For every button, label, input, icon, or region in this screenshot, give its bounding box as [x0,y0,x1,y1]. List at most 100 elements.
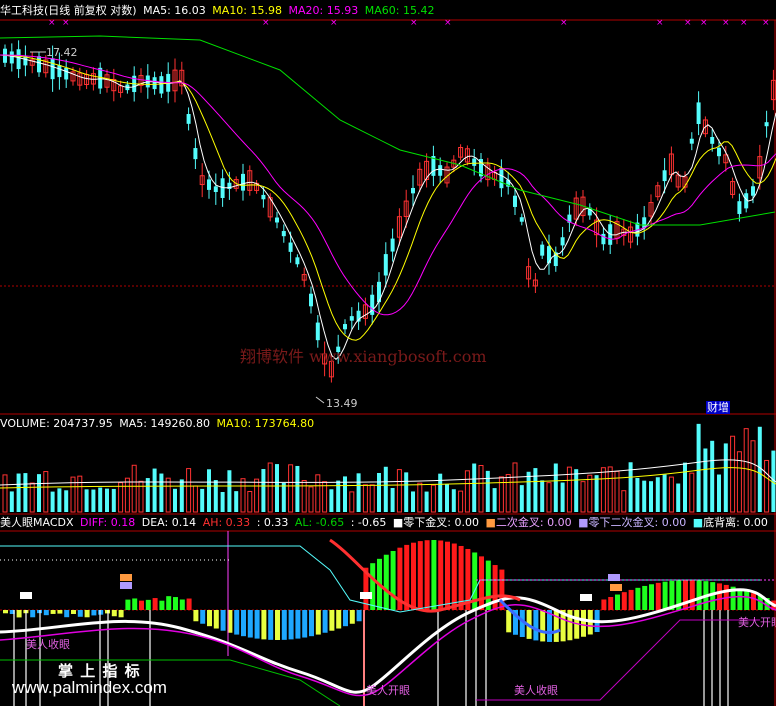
macd-histogram-bar [159,600,165,610]
macd-histogram-bar [356,610,362,622]
candle-body [315,322,320,341]
volume-bar [553,463,558,512]
volume-bar [757,426,762,512]
volume-ma10: MA10: 173764.80 [216,417,315,430]
ma60-value: MA60: 15.42 [364,4,435,17]
macd-histogram-bar [349,610,355,624]
candle-body [64,67,69,80]
ma10-value: MA10: 15.98 [212,4,283,17]
legend-zero-second-cross: ■零下二次金叉: 0.00 [578,516,687,529]
volume-bar [267,462,273,513]
legend-zero-cross: ■零下金叉: 0.00 [392,516,479,529]
volume-bar [261,469,266,512]
volume-bar [717,474,721,512]
candle-body [560,237,565,246]
volume-bar [411,491,415,512]
volume-bar [723,443,728,512]
volume-bar [438,473,443,512]
macd-histogram-bar [166,596,172,610]
volume-bar [390,487,395,512]
macd-histogram-bar [445,541,450,610]
macd-histogram-bar [642,585,648,610]
candle-body [696,102,701,124]
dea-value: DEA: 0.14 [141,516,197,529]
volume-bar [369,484,375,513]
macd-histogram-bar [16,610,22,618]
volume-bar [533,468,538,512]
macd-histogram-bar [179,599,185,610]
volume-bar [145,478,150,512]
macd-histogram-bar [132,598,138,610]
macd-histogram-bar [193,610,199,622]
macd-histogram-bar [254,610,260,639]
candle-body [152,77,157,90]
macd-histogram-bar [281,610,287,640]
macd-histogram-bar [390,550,396,610]
macd-histogram-bar [404,544,410,610]
signal-block [610,584,622,591]
volume-bar [50,491,55,512]
signal-block [20,592,32,599]
indicator-name: 美人眼MACDX [0,516,74,529]
volume-bar [689,472,695,513]
ma5-line [0,54,776,360]
eye-open-label-2: 美人开眼 [738,616,776,629]
volume-bar [505,474,511,513]
signal-block [360,592,372,599]
volume-bar [124,477,130,513]
macd-histogram-bar [30,610,36,618]
signal-marker: × [762,18,770,28]
volume-bar [574,469,579,512]
volume-bar [464,470,470,513]
macd-histogram-bar [98,610,104,615]
macd-histogram-bar [451,543,457,610]
macd-histogram-bar [234,610,240,635]
candle-body [241,173,245,191]
volume-bar [91,489,96,512]
volume-bar [594,475,599,512]
macd-histogram-bar [139,600,144,610]
volume-bar [98,487,103,512]
volume-bar [37,474,41,512]
candle-body [717,147,721,157]
volume-bar [329,489,334,512]
macd-histogram-bar [751,593,756,610]
volume-bar [16,473,21,512]
macd-histogram-bar [370,563,376,610]
macd-histogram-bar [458,545,464,610]
volume-bar [764,459,770,513]
macd-histogram-bar [479,556,484,610]
volume-bar [730,435,736,513]
high-price-label: 17.42 [46,46,78,59]
watermark-palm-url: www.palmindex.com [12,678,167,697]
macd-histogram-bar [288,610,294,640]
volume-bar [254,478,260,513]
macd-histogram-bar [533,610,539,641]
macd-histogram-bar [737,588,743,610]
candle-body [16,49,21,70]
volume-bar [668,476,674,513]
macd-histogram-bar [411,542,416,610]
finance-badge[interactable]: 财增 [706,401,730,414]
macd-histogram-bar [268,610,274,640]
macd-histogram-bar [3,610,8,614]
macd-histogram-bar [186,598,192,610]
ma10-line [0,54,776,341]
macd-histogram-bar [71,610,76,614]
candle-body [213,186,218,193]
candle-body [472,158,477,166]
volume-bar [458,490,464,513]
diff-value: DIFF: 0.18 [80,516,136,529]
legend-second-cross: ■二次金叉: 0.00 [485,516,572,529]
volume-value: VOLUME: 204737.95 [0,417,113,430]
macd-histogram-bar [417,541,423,610]
signal-marker: × [444,18,452,28]
price-header: 华工科技(日线 前复权 对数) MA5: 16.03 MA10: 15.98 M… [0,4,437,17]
volume-bar [621,490,627,513]
candle-body [751,186,755,196]
candle-body [710,136,715,144]
volume-bar [247,490,253,513]
volume-bar [77,475,83,513]
macd-histogram-bar [438,540,444,610]
macd-histogram-bar [601,599,607,610]
